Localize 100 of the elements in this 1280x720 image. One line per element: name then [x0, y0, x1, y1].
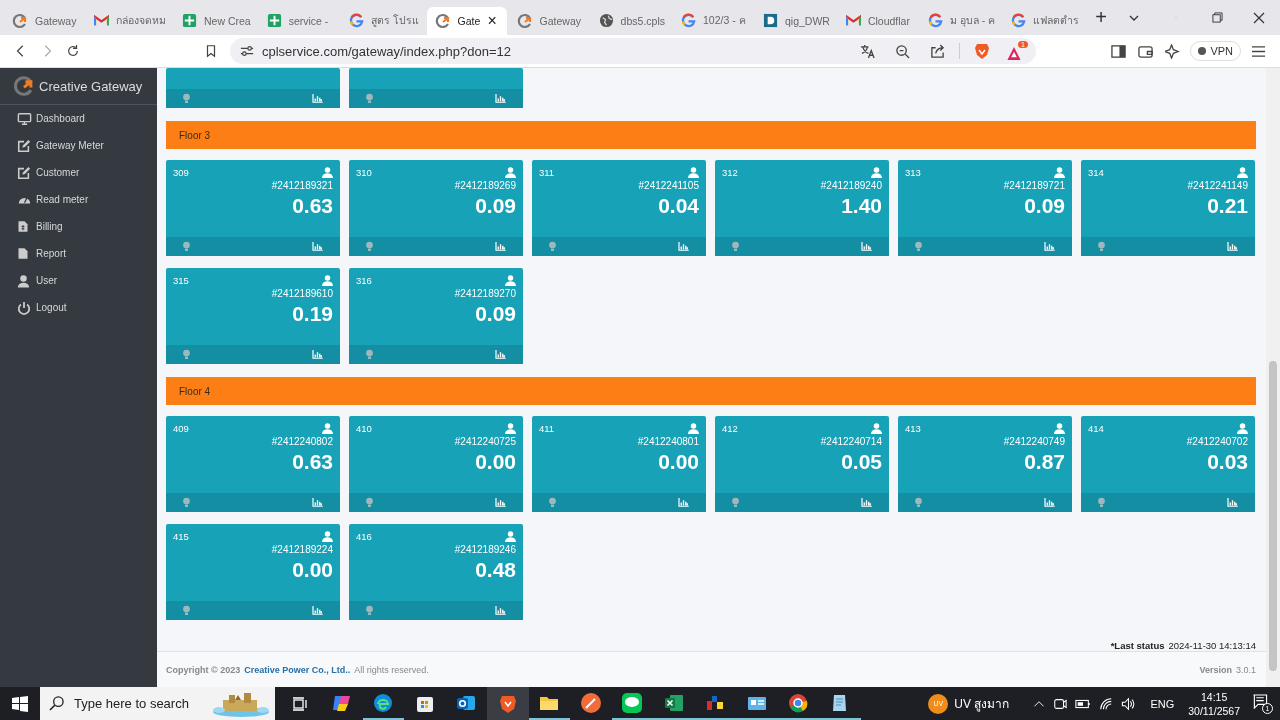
nav-item[interactable]: User	[0, 267, 157, 294]
room-number: 415	[173, 531, 189, 542]
nav-item[interactable]: Read meter	[0, 186, 157, 213]
clock-date[interactable]: 30/11/2567	[1188, 703, 1240, 718]
chart-icon[interactable]	[1227, 242, 1238, 251]
nav-item[interactable]: Dashboard	[0, 105, 157, 132]
version-label: Version	[1199, 664, 1232, 675]
browser-tab[interactable]: New Crea	[174, 6, 257, 35]
room-number: 310	[356, 167, 372, 178]
browser-tab[interactable]: ม อุบล - ค	[919, 6, 1002, 35]
task-view-icon[interactable]	[292, 695, 308, 712]
browser-tab[interactable]: dbs5.cpls	[590, 6, 671, 35]
chart-icon[interactable]	[1227, 498, 1238, 507]
translate-icon[interactable]	[860, 43, 875, 59]
share-icon[interactable]	[930, 43, 945, 59]
browser-tab[interactable]: qig_DWR	[754, 6, 836, 35]
meter-value: 0.00	[474, 449, 517, 475]
bookmark-icon[interactable]	[204, 44, 218, 58]
new-tab-button[interactable]: +	[1095, 6, 1107, 29]
meter-id: #2412240725	[453, 435, 517, 447]
chart-icon[interactable]	[312, 350, 323, 359]
user-icon	[505, 531, 516, 542]
meter-id: #2412189721	[1002, 179, 1066, 191]
site-settings-icon[interactable]	[240, 44, 254, 58]
room-number: 312	[722, 167, 738, 178]
search-field[interactable]: Type here to search	[40, 687, 275, 720]
scrollbar[interactable]	[1266, 68, 1280, 687]
wallet-icon[interactable]	[1138, 43, 1154, 59]
battery-icon[interactable]	[1075, 698, 1092, 709]
chart-icon[interactable]	[1044, 498, 1055, 507]
chart-icon[interactable]	[312, 242, 323, 251]
meter-value: 0.87	[1023, 449, 1066, 475]
triangle-icon	[1006, 46, 1022, 61]
close-icon[interactable]	[1253, 11, 1265, 24]
edit-icon	[17, 138, 31, 153]
company-link[interactable]: Creative Power Co., Ltd..	[244, 664, 351, 675]
browser-tab[interactable]: กล่องจดหม	[86, 6, 172, 35]
camera-icon[interactable]	[1053, 696, 1068, 711]
language-indicator[interactable]: ENG	[1150, 697, 1175, 710]
chart-icon[interactable]	[1044, 242, 1055, 251]
nav-item[interactable]: Gateway Meter	[0, 132, 157, 159]
clock-time[interactable]: 14:15	[1200, 689, 1228, 704]
room-number: 313	[905, 167, 921, 178]
meter-value: 0.63	[291, 193, 334, 219]
arrow-logo-icon	[434, 12, 451, 29]
zoom-out-icon[interactable]	[895, 43, 910, 59]
chart-icon[interactable]	[312, 498, 323, 507]
browser-tab[interactable]: Gateway	[4, 6, 84, 35]
speaker-icon[interactable]	[1121, 696, 1137, 711]
menu-icon[interactable]	[1251, 43, 1266, 59]
lion-shield-icon[interactable]	[974, 43, 990, 59]
sidebar-toggle-icon[interactable]	[1111, 43, 1127, 59]
chart-icon[interactable]	[861, 242, 872, 251]
edge-browser-icon	[372, 691, 395, 714]
nav-item[interactable]: Customer	[0, 159, 157, 186]
room-number: 413	[905, 423, 921, 434]
chart-icon[interactable]	[495, 606, 506, 615]
chart-icon[interactable]	[312, 94, 323, 103]
last-status-time: 2024-11-30 14:13:14	[1168, 640, 1256, 651]
nav-item[interactable]: Billing	[0, 213, 157, 240]
chart-icon[interactable]	[495, 350, 506, 359]
nav-item[interactable]: Logout	[0, 294, 157, 321]
globe-icon	[598, 13, 614, 28]
room-number: 414	[1088, 423, 1104, 434]
chart-icon[interactable]	[312, 606, 323, 615]
close-tab-button[interactable]: ×	[487, 11, 497, 30]
chart-icon[interactable]	[495, 242, 506, 251]
browser-tab[interactable]: Gateway	[508, 6, 589, 35]
weather-text[interactable]: UV สูงมาก	[954, 694, 1010, 713]
meter-id: #2412240801	[636, 435, 700, 447]
browser-tab[interactable]: 102/3 - ค	[672, 6, 753, 35]
chart-icon[interactable]	[495, 94, 506, 103]
browser-tab[interactable]: สูตร โปรแ	[340, 6, 425, 35]
chart-icon[interactable]	[861, 498, 872, 507]
chart-icon[interactable]	[678, 242, 689, 251]
arrow-logo-icon	[12, 12, 28, 29]
sheet-icon	[266, 13, 282, 28]
meter-id: #2412241105	[637, 179, 700, 191]
start-icon[interactable]	[12, 695, 28, 712]
browser-tab[interactable]: service -	[258, 6, 339, 35]
room-number: 311	[539, 167, 555, 178]
room-number: 309	[173, 167, 189, 178]
browser-tab[interactable]: Gate ×	[426, 6, 507, 35]
browser-tab[interactable]: แฟลตตำร	[1003, 6, 1086, 35]
browser-tab[interactable]: Cloudflar	[837, 6, 918, 35]
user-icon	[871, 167, 882, 178]
restore-icon[interactable]	[1212, 12, 1223, 23]
chart-icon[interactable]	[678, 498, 689, 507]
wifi-icon[interactable]	[1099, 696, 1114, 711]
rights-text: All rights reserved.	[354, 664, 429, 675]
reload-icon[interactable]	[66, 44, 80, 58]
nav-item[interactable]: Report	[0, 240, 157, 267]
message-icon	[1252, 693, 1268, 709]
meter-value: 0.48	[474, 557, 517, 583]
letter-d-icon	[762, 13, 778, 28]
chart-icon[interactable]	[495, 498, 506, 507]
sparkle-icon[interactable]	[1165, 43, 1181, 59]
meter-value: 0.09	[474, 193, 517, 219]
google-icon	[348, 13, 364, 28]
user-icon	[871, 423, 882, 434]
